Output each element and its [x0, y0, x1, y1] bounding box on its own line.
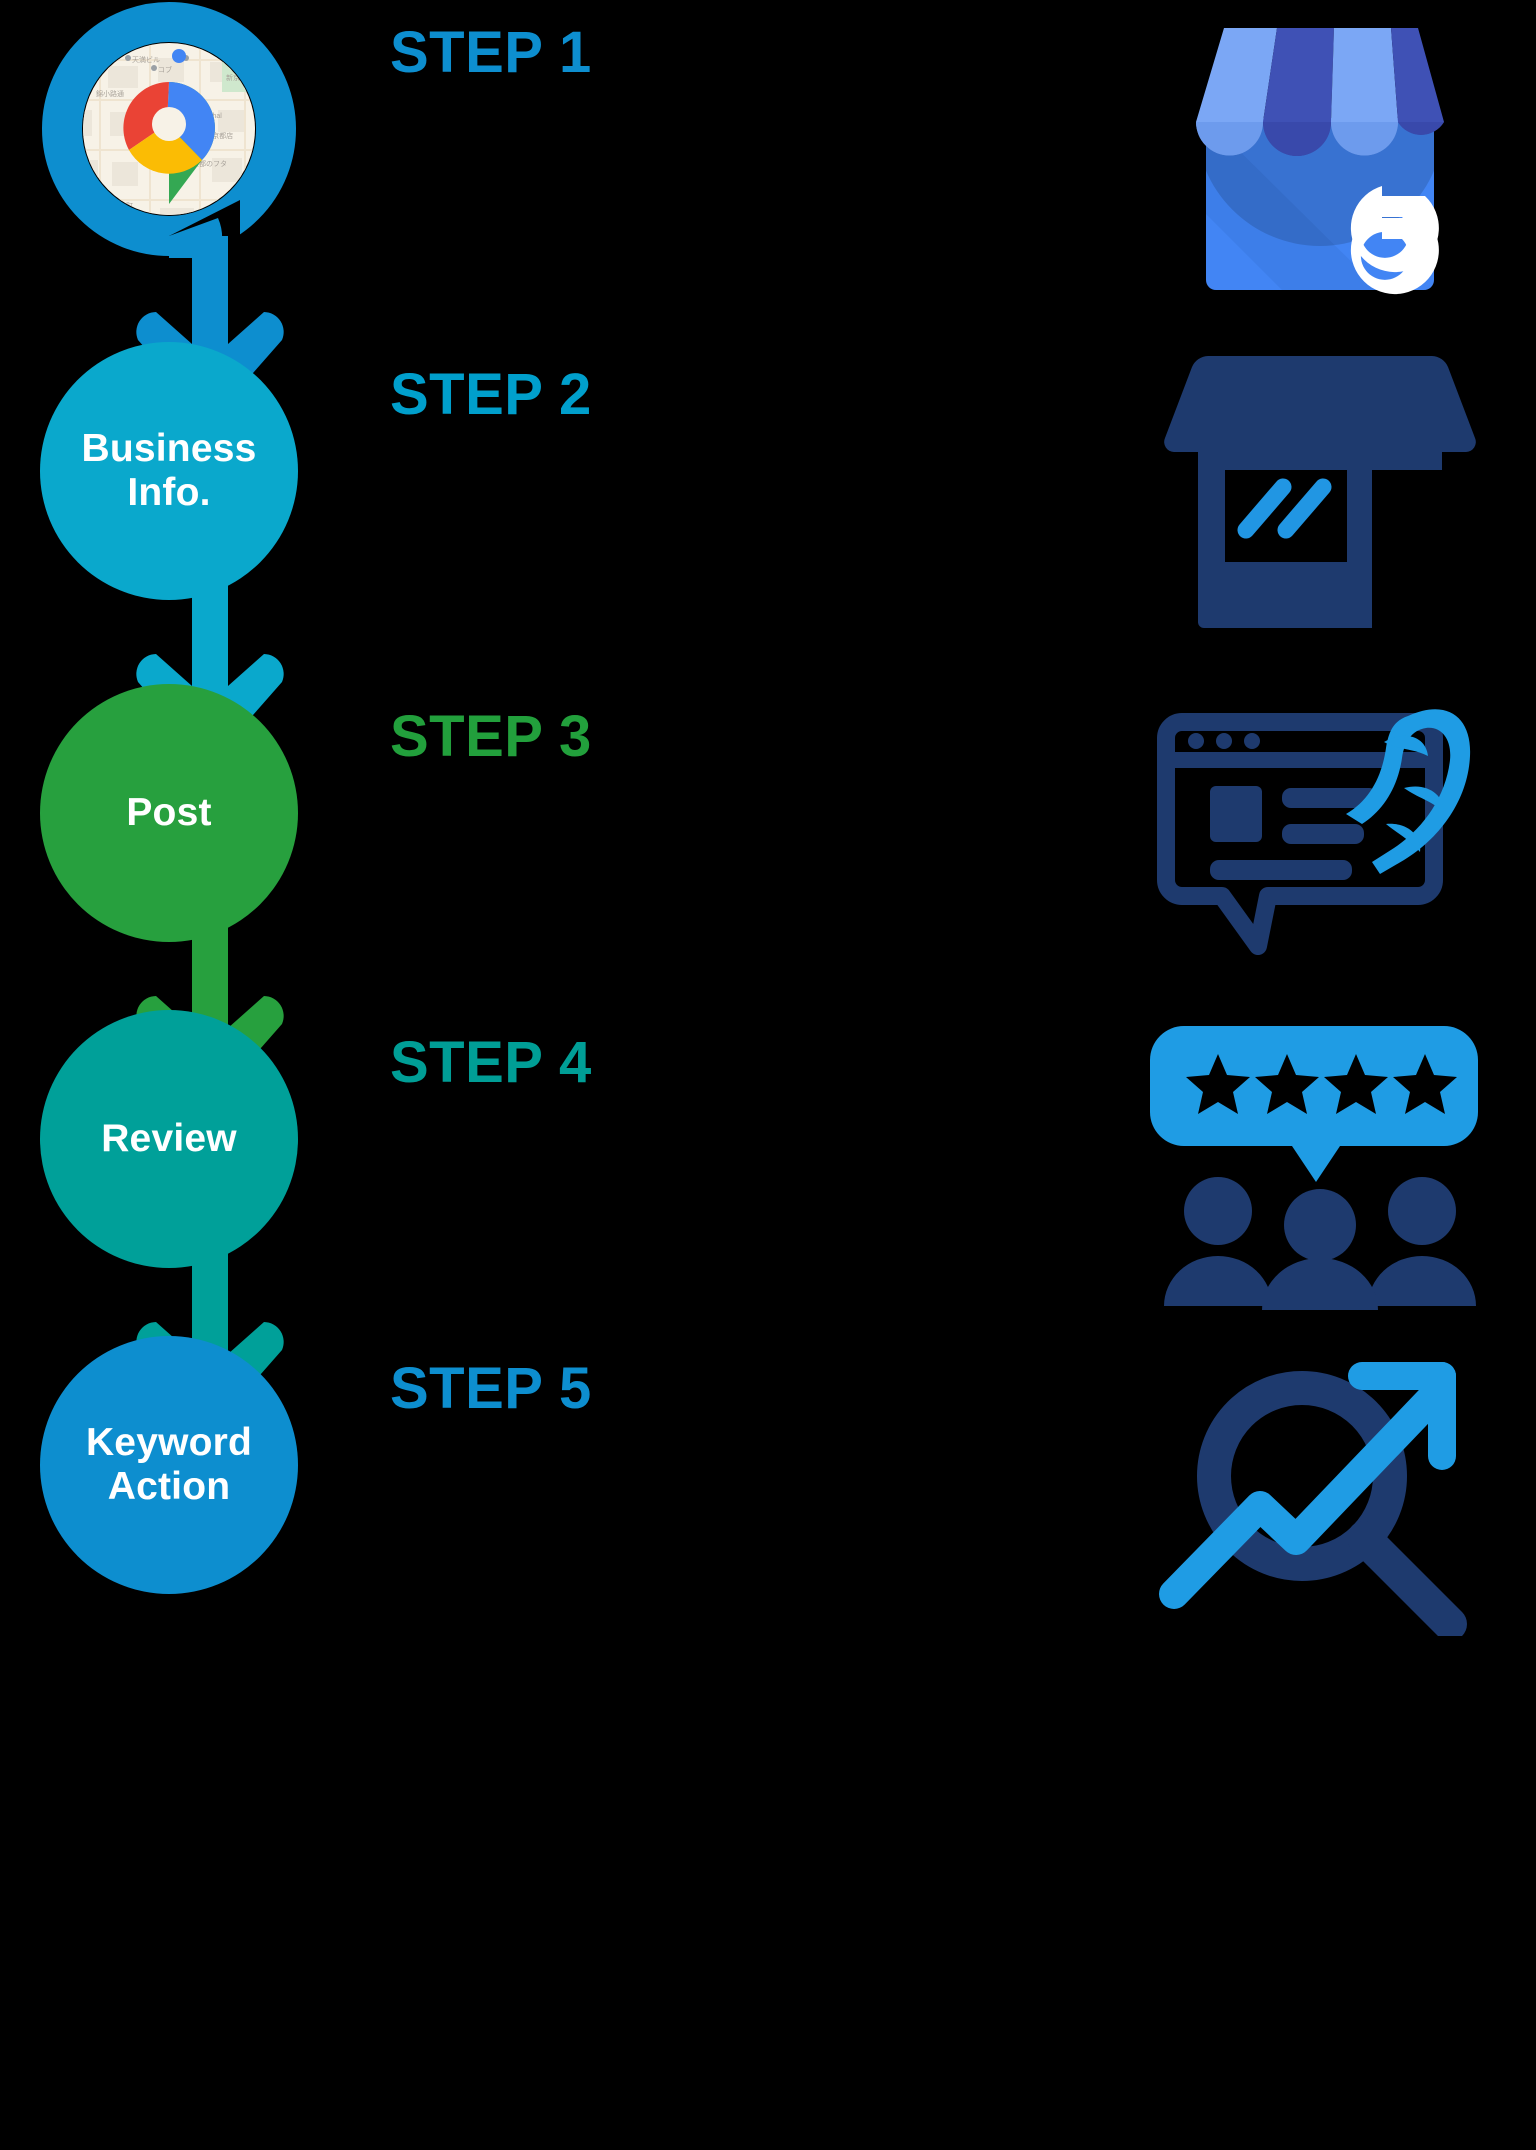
step-node-label-5: Keyword Action	[85, 1421, 253, 1508]
google-maps-pin-ring-icon: 錦小路通 天満ビル コブ 新京極 東大文字町 中之町 WEGO京都店 Kenha…	[40, 0, 298, 258]
customer-reviews-stars-icon	[1150, 1010, 1490, 1310]
step-caption-3: STEP 3	[390, 704, 592, 769]
svg-text:コブ: コブ	[158, 65, 172, 74]
step-node-label-3: Post	[126, 791, 212, 835]
step-node-circle-3[interactable]: Post	[40, 684, 298, 942]
step-node-circle-4[interactable]: Review	[40, 1010, 298, 1268]
step-node-circle-5[interactable]: Keyword Action	[40, 1336, 298, 1594]
storefront-shop-icon	[1150, 342, 1490, 642]
step-row-5: Keyword Action STEP 5	[0, 1336, 1536, 1766]
keyword-growth-search-icon	[1150, 1336, 1490, 1636]
step-node-circle-2[interactable]: Business Info.	[40, 342, 298, 600]
step-caption-1: STEP 1	[390, 20, 592, 85]
step-node-label-2: Business Info.	[81, 427, 257, 514]
step-node-label-4: Review	[101, 1117, 237, 1161]
google-my-business-storefront-icon	[1150, 0, 1490, 300]
step-caption-4: STEP 4	[390, 1030, 592, 1095]
step-caption-2: STEP 2	[390, 362, 592, 427]
step-caption-5: STEP 5	[390, 1356, 592, 1421]
infographic-stage: 錦小路通 天満ビル コブ 新京極 東大文字町 中之町 WEGO京都店 Kenha…	[0, 0, 1536, 2150]
blog-post-quill-icon	[1150, 684, 1490, 984]
step-node-5[interactable]: Keyword Action	[40, 1336, 300, 1766]
svg-text:天満ビル: 天満ビル	[132, 55, 160, 64]
svg-text:錦小路通: 錦小路通	[96, 89, 124, 98]
